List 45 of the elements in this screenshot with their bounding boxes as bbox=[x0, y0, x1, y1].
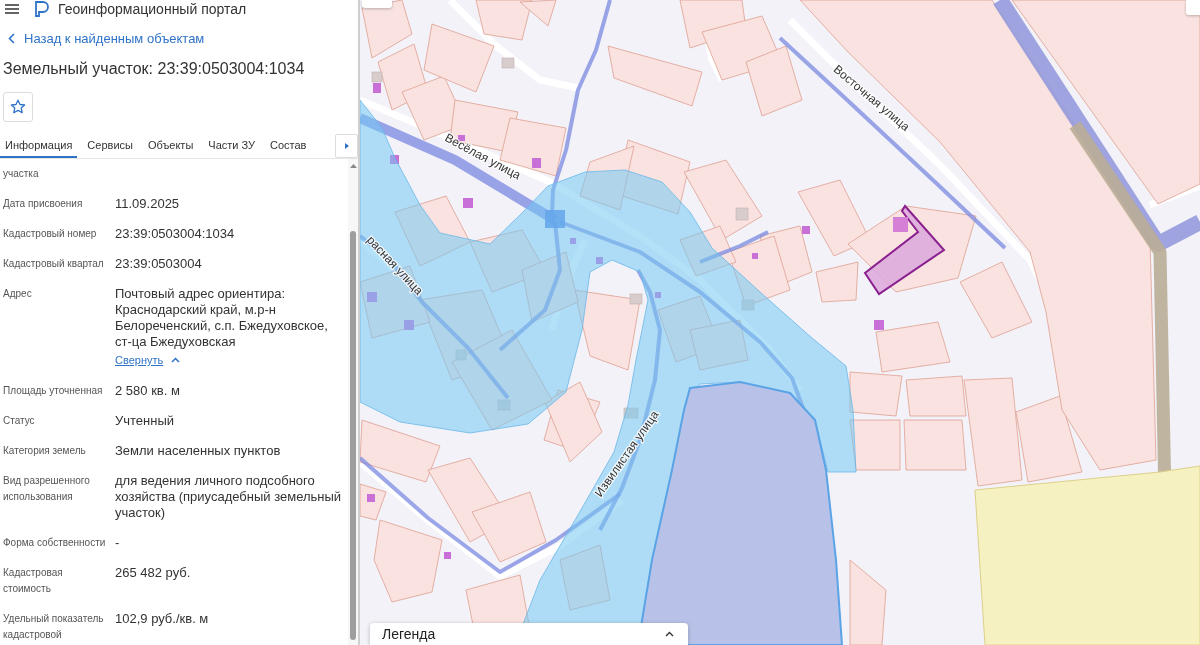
tab[interactable]: Сервисы bbox=[82, 134, 138, 158]
property-value: 23:39:0503004:1034 bbox=[115, 226, 235, 242]
property-value: 265 482 руб. bbox=[115, 565, 191, 581]
property-value: 102,9 руб./кв. м bbox=[115, 611, 209, 627]
property-value: 2 580 кв. м bbox=[115, 383, 180, 399]
property-label: Статус bbox=[3, 414, 36, 428]
property-label: Вид разрешенного использования bbox=[3, 474, 91, 504]
property-label: участка bbox=[3, 167, 40, 181]
property-label: Дата присвоения bbox=[3, 197, 84, 211]
property-label: Форма собственности bbox=[3, 536, 107, 550]
logo-icon bbox=[35, 1, 49, 17]
legend-button[interactable]: Легенда bbox=[370, 623, 688, 645]
scrollbar[interactable] bbox=[348, 159, 358, 645]
triangle-right-icon bbox=[344, 143, 349, 149]
tab[interactable]: Информация bbox=[0, 134, 78, 158]
scroll-tabs-button[interactable] bbox=[335, 134, 358, 158]
property-value: - bbox=[115, 535, 120, 551]
up-arrow-icon[interactable] bbox=[349, 164, 357, 168]
portal-title: Геоинформационный портал bbox=[58, 1, 247, 17]
tab[interactable]: Части ЗУ bbox=[203, 134, 260, 158]
property-label: Площадь уточненная bbox=[3, 384, 104, 398]
property-value: Земли населенных пунктов bbox=[115, 443, 281, 459]
object-title: Земельный участок: 23:39:0503004:1034 bbox=[3, 59, 305, 79]
menu-icon[interactable] bbox=[5, 4, 19, 14]
chevron-up-icon bbox=[665, 631, 674, 637]
property-value: 23:39:0503004 bbox=[115, 256, 202, 272]
property-label: Кадастровый квартал bbox=[3, 257, 105, 271]
property-label: Кадастровый номер bbox=[3, 227, 98, 241]
property-value: Учтенный bbox=[115, 413, 175, 429]
tab[interactable]: Объекты bbox=[142, 134, 199, 158]
property-value: 11.09.2025 bbox=[115, 196, 180, 212]
tab[interactable]: Состав bbox=[265, 134, 312, 158]
property-label: Адрес bbox=[3, 287, 33, 301]
property-label: Кадастровая стоимость bbox=[3, 566, 64, 596]
property-label: Категория земель bbox=[3, 444, 87, 458]
property-label: Удельный показатель кадастровой bbox=[3, 612, 105, 642]
back-link[interactable]: Назад к найденным объектам bbox=[0, 28, 209, 48]
property-value: для ведения личного подсобного хозяйства (приусадебный земельный участок) bbox=[115, 473, 343, 521]
property-value: Почтовый адрес ориентира: Краснодарский край, м.р-н Белореченский, с.п. Бжедуховское, ст-ца Бжедуховская bbox=[115, 286, 329, 350]
chevron-up-icon bbox=[171, 357, 181, 363]
selected-parcel[interactable] bbox=[863, 204, 946, 296]
chevron-left-icon bbox=[8, 32, 15, 44]
favorite-button[interactable] bbox=[3, 92, 33, 122]
scrollbar-thumb[interactable] bbox=[350, 231, 356, 640]
collapse-link[interactable]: Свернуть bbox=[115, 351, 181, 369]
